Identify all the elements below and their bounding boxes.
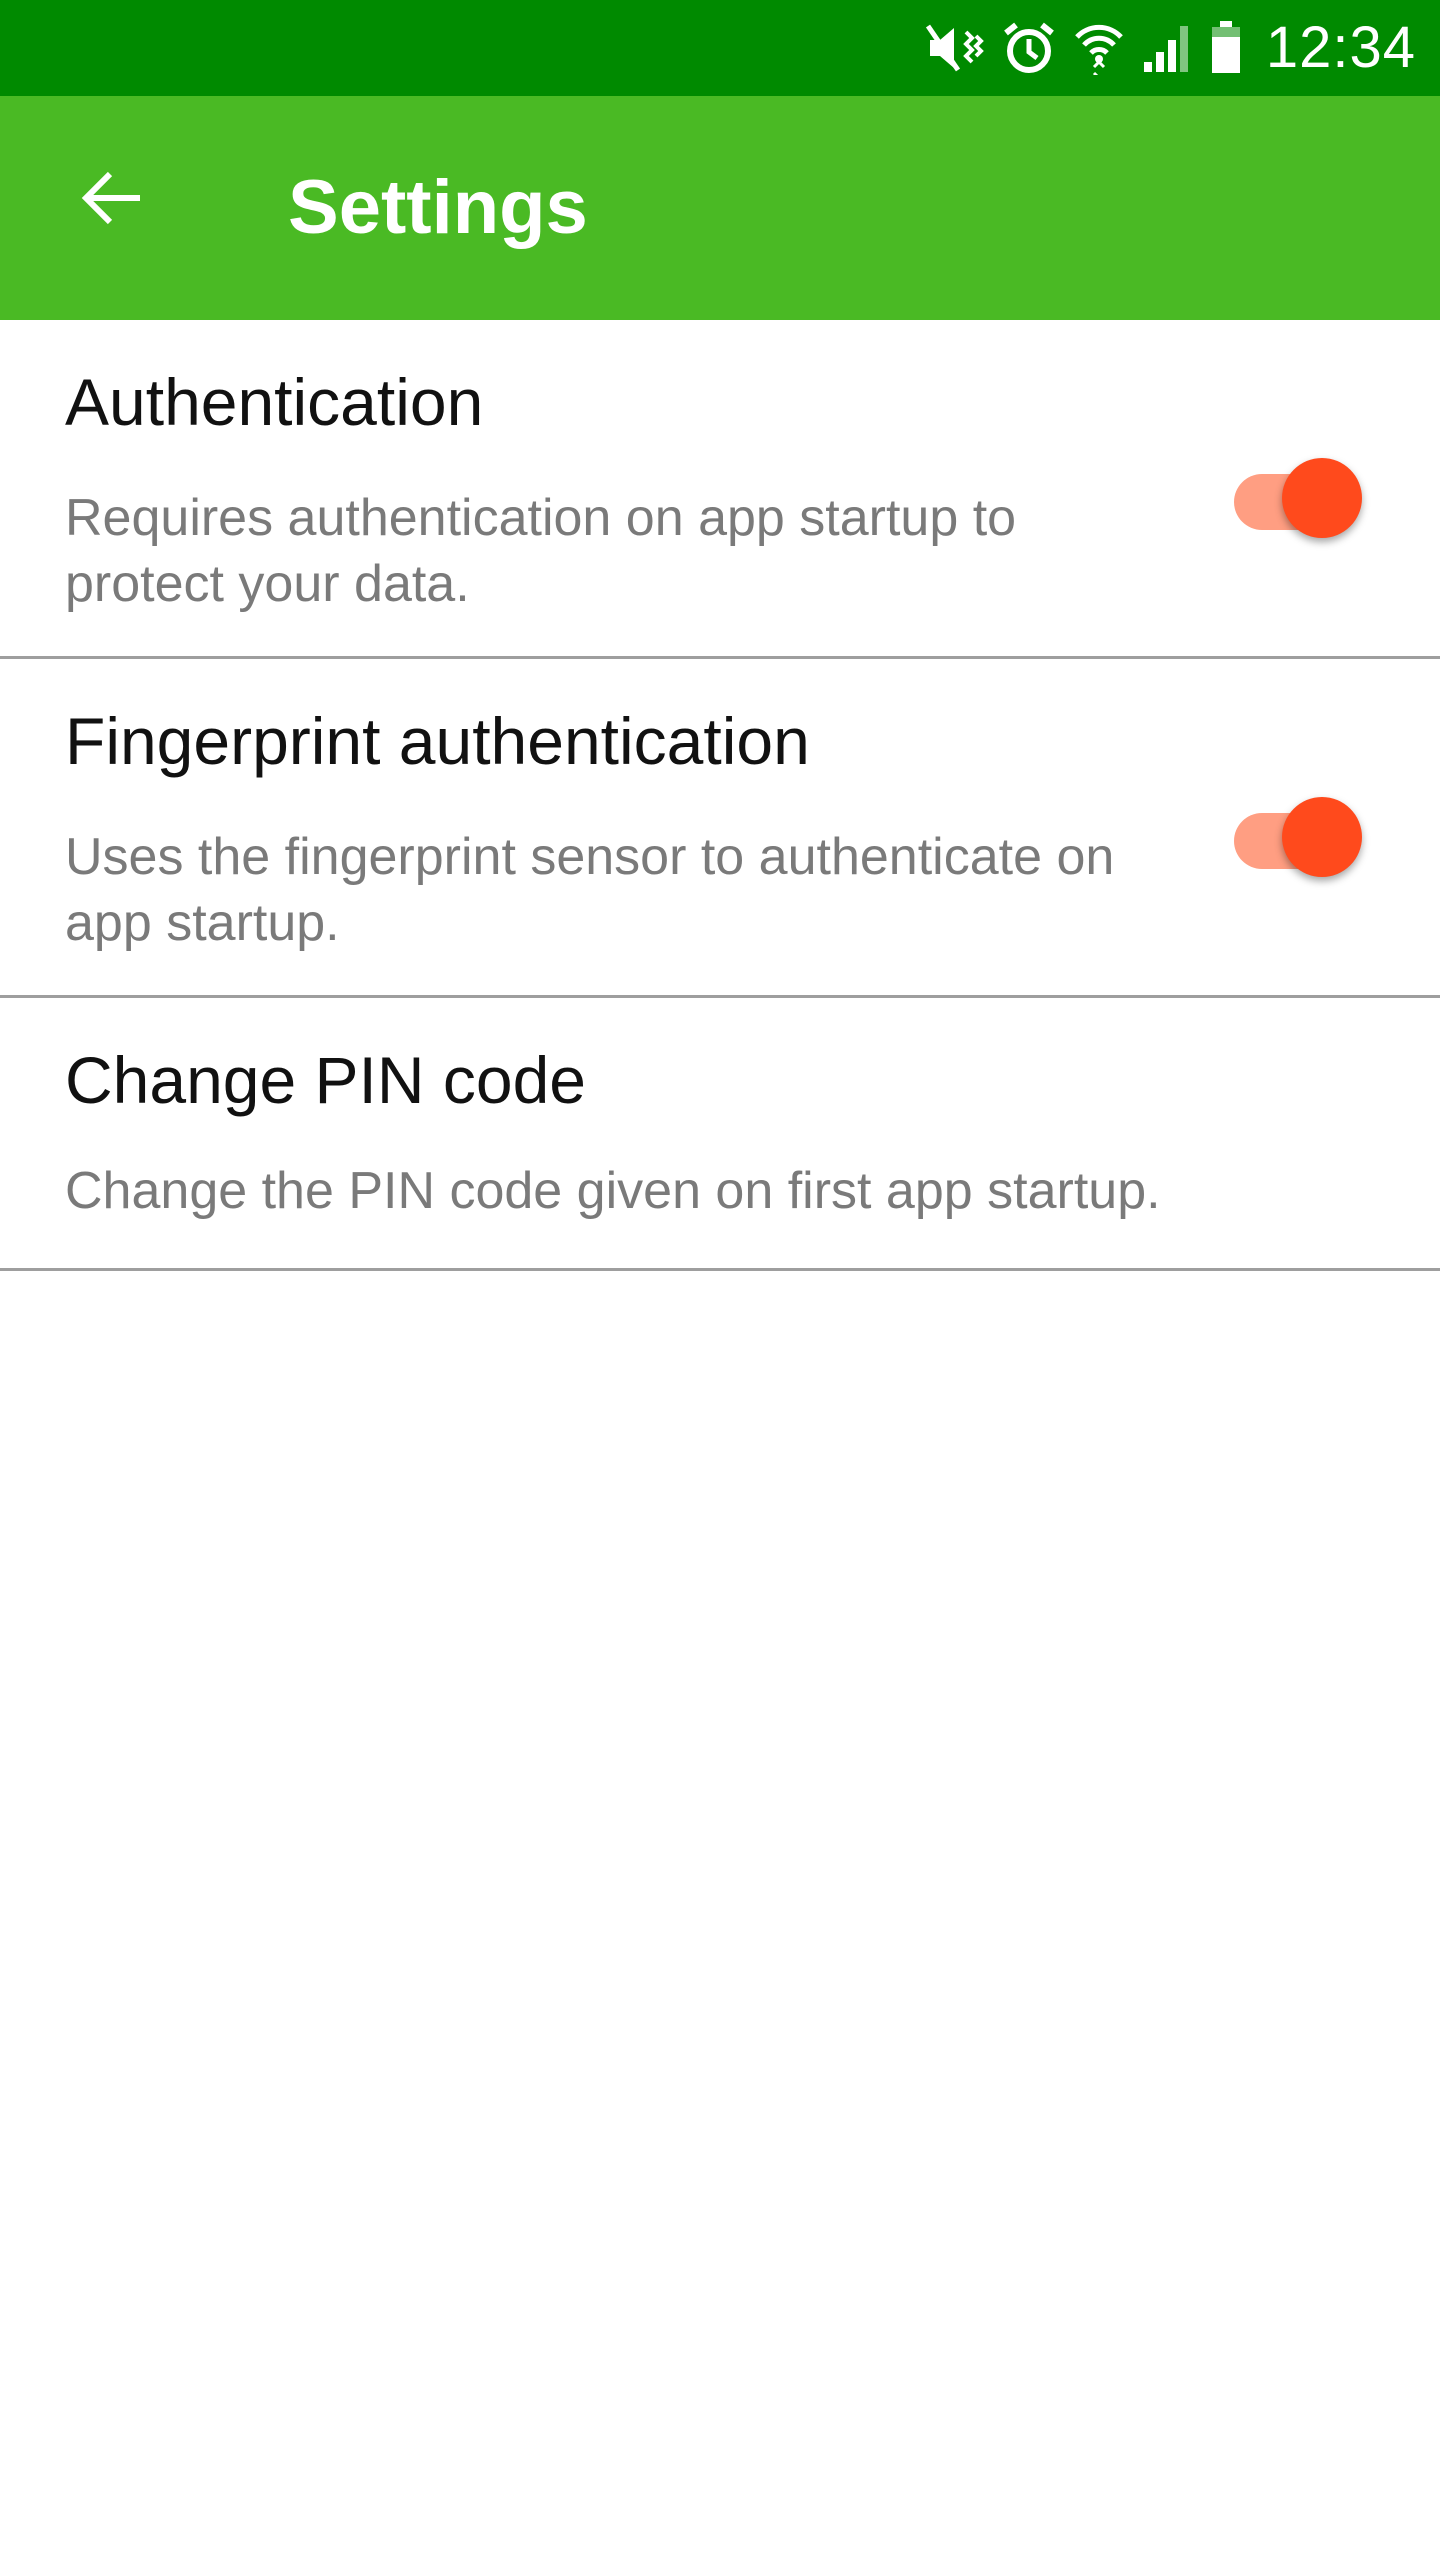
setting-title: Change PIN code bbox=[65, 1043, 587, 1117]
setting-summary: Uses the fingerprint sensor to authentic… bbox=[65, 828, 1115, 952]
wifi-icon bbox=[1074, 21, 1124, 75]
page-title: Settings bbox=[288, 165, 588, 250]
battery-icon bbox=[1210, 21, 1242, 75]
setting-summary: Change the PIN code given on first app s… bbox=[65, 1162, 1161, 1220]
setting-authentication[interactable]: Authentication Requires authentication o… bbox=[0, 320, 1440, 659]
app-bar: Settings bbox=[0, 96, 1440, 320]
status-icons: 12:34 bbox=[925, 0, 1416, 96]
status-time: 12:34 bbox=[1265, 15, 1416, 80]
setting-summary: Requires authentication on app startup t… bbox=[65, 489, 1017, 613]
settings-list: Authentication Requires authentication o… bbox=[0, 320, 1440, 1271]
authentication-toggle[interactable] bbox=[1230, 450, 1366, 538]
mute-vibrate-icon bbox=[925, 22, 984, 74]
setting-change-pin-code[interactable]: Change PIN code Change the PIN code give… bbox=[0, 998, 1440, 1271]
alarm-icon bbox=[1002, 21, 1056, 75]
status-bar: 12:34 bbox=[0, 0, 1440, 96]
arrow-back-icon bbox=[80, 166, 144, 235]
setting-title: Authentication bbox=[65, 365, 484, 439]
fingerprint-toggle[interactable] bbox=[1230, 789, 1366, 877]
toggle-thumb bbox=[1282, 797, 1362, 877]
setting-fingerprint-authentication[interactable]: Fingerprint authentication Uses the fing… bbox=[0, 659, 1440, 998]
signal-icon bbox=[1142, 24, 1192, 72]
setting-title: Fingerprint authentication bbox=[65, 704, 810, 778]
toggle-thumb bbox=[1282, 458, 1362, 538]
back-button[interactable] bbox=[56, 144, 168, 256]
